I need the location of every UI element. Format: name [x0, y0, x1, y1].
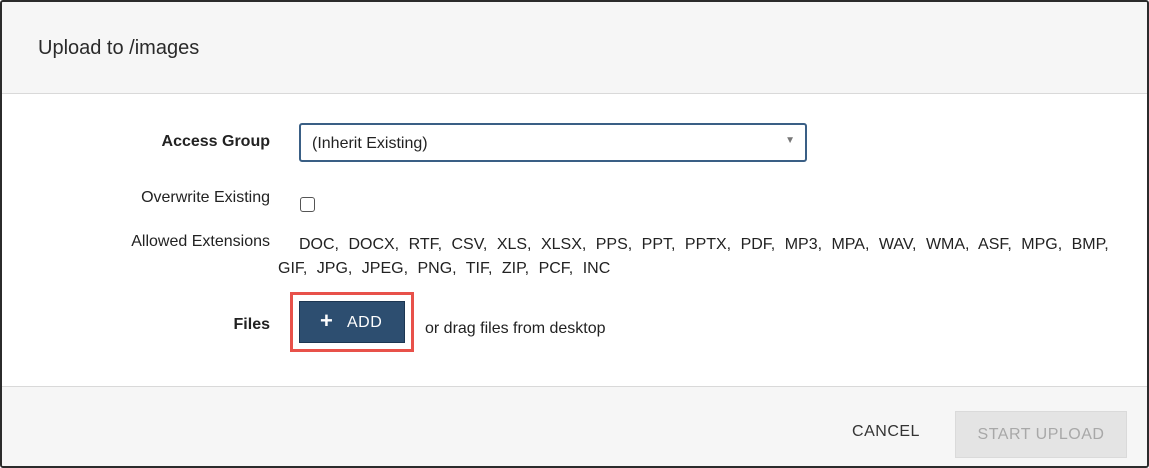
add-files-button[interactable]: + ADD: [299, 301, 405, 343]
access-group-value: (Inherit Existing): [312, 135, 428, 152]
add-button-highlight: + ADD: [290, 292, 414, 352]
access-group-select[interactable]: (Inherit Existing) ▼: [299, 123, 807, 162]
allowed-extensions-label: Allowed Extensions: [131, 233, 270, 250]
start-upload-button[interactable]: START UPLOAD: [955, 411, 1127, 458]
add-files-label: ADD: [347, 314, 383, 331]
cancel-button[interactable]: CANCEL: [838, 411, 934, 453]
allowed-extensions-list: DOC, DOCX, RTF, CSV, XLS, XLSX, PPS, PPT…: [278, 236, 1109, 277]
dialog-footer: CANCEL START UPLOAD: [2, 386, 1147, 466]
dialog-title: Upload to /images: [38, 37, 200, 59]
caret-down-icon: ▼: [785, 135, 795, 146]
files-label: Files: [233, 316, 270, 333]
dialog-header: Upload to /images: [2, 2, 1147, 94]
overwrite-existing-label: Overwrite Existing: [141, 189, 270, 206]
plus-icon: +: [320, 308, 333, 333]
upload-dialog: Upload to /images Access Group (Inherit …: [0, 0, 1149, 468]
access-group-label: Access Group: [161, 133, 270, 150]
dialog-body: Access Group (Inherit Existing) ▼ Overwr…: [2, 94, 1147, 386]
drag-files-hint: or drag files from desktop: [425, 320, 606, 337]
overwrite-existing-checkbox[interactable]: [300, 197, 315, 212]
